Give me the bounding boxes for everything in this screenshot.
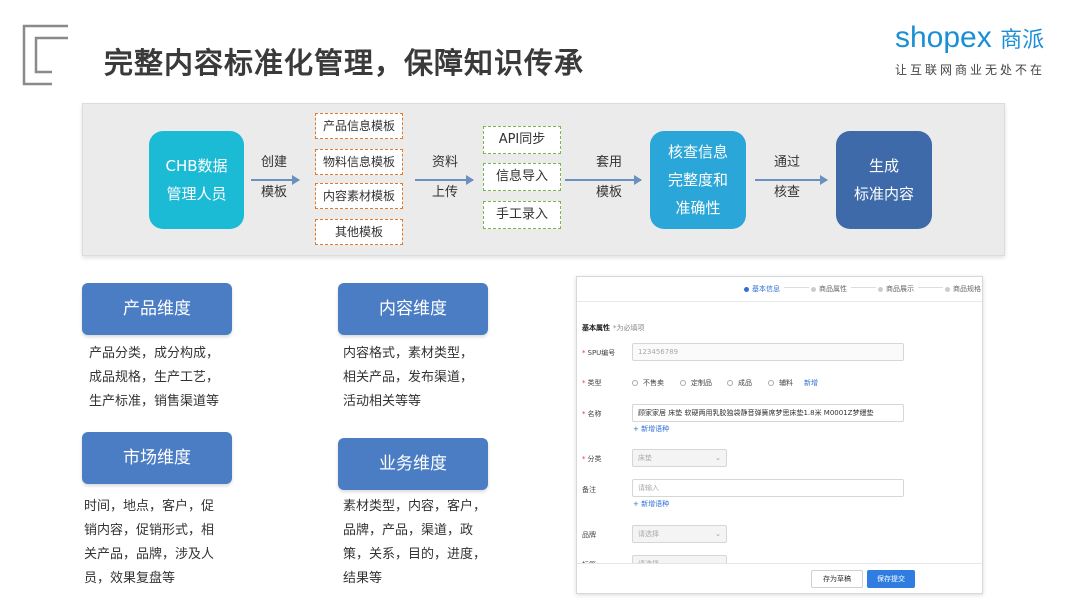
node-check-line1: 核查信息 [667,143,728,161]
dimension-product-title: 产品维度 [82,283,232,335]
node-check-info: 核查信息 完整度和 准确性 [650,131,746,229]
source-item: API同步 [483,126,561,154]
node-generate-content: 生成 标准内容 [836,131,932,229]
brand-select[interactable]: 请选择 ⌄ [632,525,727,543]
category-label: * 分类 [582,455,602,463]
form-stepper: 基本信息 商品属性 商品展示 商品规格 [577,277,982,299]
node-data-admin: CHB数据 管理人员 [149,131,244,229]
chevron-down-icon: ⌄ [715,530,721,538]
category-select[interactable]: 床垫 ⌄ [632,449,727,467]
spu-input[interactable]: 123456789 [632,343,904,361]
type-add-link[interactable]: 新增 [804,378,818,388]
template-item: 物料信息模板 [315,149,403,175]
step-display[interactable]: 商品展示 [878,284,914,294]
dimension-market-title: 市场维度 [82,432,232,484]
name-label: * 名称 [582,410,602,418]
template-item: 产品信息模板 [315,113,403,139]
dimension-content-title: 内容维度 [338,283,488,335]
dimension-business-text: 素材类型，内容，客户， 品牌，产品，渠道，政 策，关系，目的，进度， 结果等 [343,499,487,586]
node-generate-line1: 生成 [868,157,899,175]
spu-label: * SPU编号 [582,349,616,357]
save-draft-button[interactable]: 存为草稿 [811,570,863,588]
brand-label: 品牌 [582,531,596,539]
dimension-business-title: 业务维度 [338,438,488,490]
node-check-line2: 完整度和 [667,171,728,189]
form-footer: 存为草稿 保存提交 [577,563,982,593]
step-pass-label: 通过 核查 [773,155,800,200]
page-title: 完整内容标准化管理，保障知识传承 [104,46,585,80]
remark-input[interactable]: 请输入 [632,479,904,497]
dimension-market-text: 时间，地点，客户，促 销内容，促销形式，相 关产品，品牌，涉及人 员，效果复盘等 [84,499,215,586]
template-item: 其他模板 [315,219,403,245]
source-item: 信息导入 [483,163,561,191]
add-language-link[interactable]: + 新增语种 [633,424,669,434]
product-form-screenshot: 基本信息 商品属性 商品展示 商品规格 基本属性 *为必填项 * SPU编号 123… [576,276,983,594]
node-admin-line2: 管理人员 [166,185,227,203]
name-input[interactable]: 顾家家居 床垫 软硬两用乳胶独袋静音弹簧席梦思床垫1.8米 M0001Z梦缦垫 [632,404,904,422]
type-radio-option[interactable]: 不售卖 [632,378,664,388]
dimension-content-text: 内容格式，素材类型， 相关产品，发布渠道， 活动相关等等 [343,346,474,409]
step-upload-label: 资料 上传 [431,155,458,200]
brand-slogan: 让互联网商业无处不在 [895,63,1046,77]
node-admin-line1: CHB数据 [165,157,228,175]
node-check-line3: 准确性 [675,199,721,217]
type-radio-option[interactable]: 辅料 [768,378,793,388]
step-create-label: 创建 模板 [260,155,287,200]
remark-label: 备注 [582,486,596,494]
type-radio-option[interactable]: 成品 [727,378,752,388]
node-generate-line2: 标准内容 [853,185,914,203]
step-basic-info[interactable]: 基本信息 [744,284,780,294]
add-language-link[interactable]: + 新增语种 [633,499,669,509]
type-label: * 类型 [582,379,602,387]
section-title: 基本属性 *为必填项 [582,324,645,332]
step-apply-label: 套用 模板 [595,155,622,200]
type-radio-option[interactable]: 定制品 [680,378,712,388]
chevron-down-icon: ⌄ [715,454,721,462]
save-submit-button[interactable]: 保存提交 [867,570,915,588]
step-attributes[interactable]: 商品属性 [811,284,847,294]
source-item: 手工录入 [483,201,561,229]
step-specs[interactable]: 商品规格 [945,284,981,294]
template-item: 内容素材模板 [315,183,403,209]
process-flow-panel: CHB数据 管理人员 创建 模板 产品信息模板 物料信息模板 内容素材模板 其他… [82,103,1005,256]
brand-name-en: shopex [895,21,992,54]
corner-logo-icon [22,24,68,86]
dimension-product-text: 产品分类，成分构成， 成品规格，生产工艺， 生产标准，销售渠道等 [89,346,220,409]
brand-logo: shopex 商派 让互联网商业无处不在 [895,20,1065,78]
brand-name-cn: 商派 [1000,28,1045,53]
